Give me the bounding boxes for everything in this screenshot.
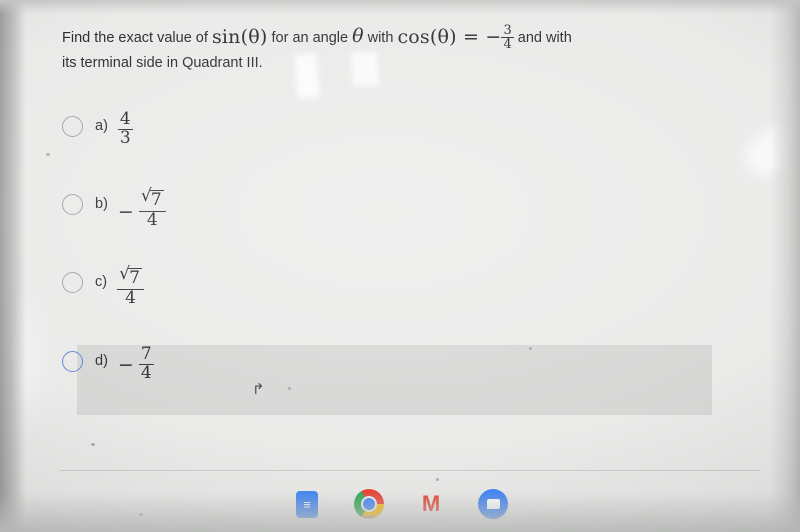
option-c-denominator: 4 bbox=[117, 288, 144, 308]
quiz-page: Find the exact value of sin(θ) for an an… bbox=[0, 0, 800, 532]
option-d-letter: d) bbox=[95, 353, 108, 369]
option-b-fraction: 74 bbox=[138, 188, 166, 230]
question-mid-1: for an angle bbox=[271, 30, 349, 46]
theta-symbol: θ bbox=[352, 25, 364, 47]
option-d-fraction: 74 bbox=[138, 344, 154, 383]
option-b-value: −74 bbox=[117, 188, 166, 230]
option-b-denominator: 4 bbox=[138, 210, 166, 230]
option-a[interactable]: a) 4 3 bbox=[62, 110, 702, 170]
cos-theta-equation: cos(θ) = − bbox=[397, 26, 502, 48]
sin-theta-expression: sin(θ) bbox=[211, 26, 268, 48]
radio-button-b[interactable] bbox=[62, 194, 83, 215]
question-mid-2: with bbox=[367, 30, 394, 46]
option-b-minus-sign: − bbox=[117, 200, 134, 223]
option-d-numerator: 7 bbox=[140, 344, 152, 364]
radio-button-d[interactable] bbox=[62, 351, 83, 372]
option-a-fraction: 4 3 bbox=[117, 109, 133, 148]
option-d[interactable]: d) −7 4 bbox=[62, 345, 702, 405]
option-b[interactable]: b) −74 bbox=[62, 188, 702, 248]
question-line-1: Find the exact value of sin(θ) for an an… bbox=[62, 22, 752, 52]
mouse-cursor: ↱ bbox=[252, 381, 265, 398]
option-a-value: 4 3 bbox=[117, 109, 133, 148]
option-c[interactable]: c) 74 bbox=[62, 266, 702, 326]
cos-value-numerator: 3 bbox=[503, 22, 512, 38]
question-tail: and with bbox=[517, 30, 572, 46]
question-lead: Find the exact value of bbox=[62, 30, 208, 46]
radio-button-a[interactable] bbox=[62, 116, 83, 137]
option-d-denominator: 4 bbox=[138, 362, 154, 383]
question-text: Find the exact value of sin(θ) for an an… bbox=[62, 22, 752, 75]
option-c-radicand: 7 bbox=[128, 268, 142, 288]
option-a-numerator: 4 bbox=[119, 109, 131, 129]
photo-edge-bottom bbox=[0, 492, 800, 532]
option-c-letter: c) bbox=[95, 274, 108, 290]
option-c-numerator: 7 bbox=[117, 266, 144, 289]
option-b-numerator: 7 bbox=[139, 188, 166, 211]
option-a-denominator: 3 bbox=[117, 127, 133, 148]
option-d-minus-sign: − bbox=[117, 354, 134, 377]
option-c-radical: 7 bbox=[119, 266, 142, 289]
option-c-fraction: 74 bbox=[117, 266, 144, 308]
option-b-radicand: 7 bbox=[149, 190, 164, 210]
radio-button-c[interactable] bbox=[62, 272, 83, 293]
option-b-letter: b) bbox=[95, 196, 108, 212]
option-c-value: 74 bbox=[117, 266, 144, 308]
photo-edge-right bbox=[770, 0, 800, 532]
cos-value-fraction: 34 bbox=[501, 22, 514, 53]
cos-value-denominator: 4 bbox=[501, 37, 514, 53]
option-a-letter: a) bbox=[95, 118, 108, 134]
option-b-radical: 7 bbox=[141, 188, 164, 211]
screen: Find the exact value of sin(θ) for an an… bbox=[0, 0, 800, 532]
photo-edge-left bbox=[0, 0, 26, 532]
question-line-2: its terminal side in Quadrant III. bbox=[62, 55, 263, 72]
page-divider bbox=[60, 470, 760, 471]
photo-edge-top bbox=[0, 0, 800, 14]
option-d-value: −7 4 bbox=[117, 344, 154, 383]
